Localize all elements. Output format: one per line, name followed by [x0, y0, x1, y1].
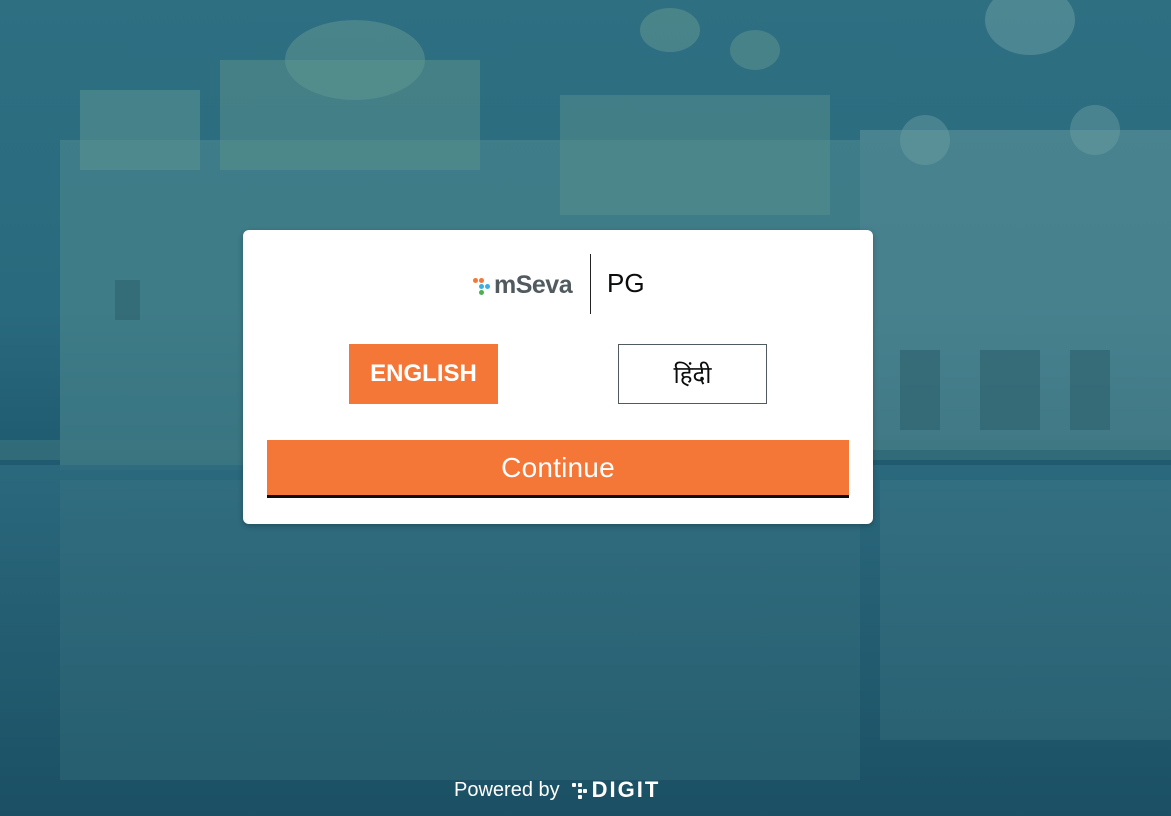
mseva-dots-icon [473, 274, 491, 296]
logo-row: mSeva PG [243, 254, 873, 314]
digit-dots-icon [571, 781, 588, 799]
digit-logo-text: DIGIT [591, 777, 661, 802]
city-name: PG [607, 268, 645, 298]
powered-by-text: Powered by [454, 778, 560, 801]
logo-divider [590, 254, 591, 314]
digit-logo-icon: DIGIT [571, 777, 661, 803]
footer: Powered by DIGIT [454, 776, 660, 804]
language-selection-card: mSeva PG ENGLISH हिंदी Continue [243, 230, 873, 524]
language-button-english[interactable]: ENGLISH [349, 344, 498, 404]
continue-button[interactable]: Continue [267, 440, 849, 498]
language-button-hindi[interactable]: हिंदी [618, 344, 767, 404]
mseva-logo-text: mSeva [494, 270, 573, 299]
mseva-logo-icon: mSeva [473, 270, 573, 300]
